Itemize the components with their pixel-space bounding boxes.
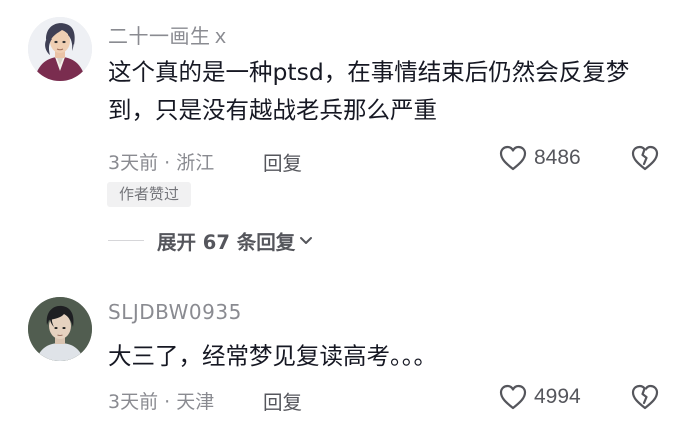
broken-heart-icon: [631, 384, 659, 410]
broken-heart-icon: [631, 145, 659, 171]
comment-username[interactable]: 二十一画生ｘ: [108, 20, 231, 49]
dislike-button[interactable]: [630, 144, 660, 176]
like-button[interactable]: 4994: [498, 383, 581, 411]
like-count: 8486: [534, 146, 581, 169]
comment-username[interactable]: SLJDBW0935: [108, 300, 242, 324]
avatar-illustration: [28, 17, 92, 81]
comment-meta: 3天前 · 天津: [108, 391, 215, 413]
avatar[interactable]: [28, 17, 92, 81]
like-button[interactable]: 8486: [498, 144, 581, 172]
reply-button[interactable]: 回复: [263, 147, 302, 176]
chevron-down-icon: [300, 236, 313, 244]
avatar[interactable]: [28, 297, 92, 361]
expand-replies-label: 展开 67 条回复: [157, 231, 296, 254]
expand-replies-button[interactable]: 展开 67 条回复: [108, 226, 313, 255]
like-count: 4994: [534, 385, 581, 408]
comment-meta: 3天前 · 浙江: [108, 152, 215, 174]
comment-item: 二十一画生ｘ 这个真的是一种ptsd，在事情结束后仍然会反复梦到，只是没有越战老…: [0, 0, 690, 270]
comment-text: 这个真的是一种ptsd，在事情结束后仍然会反复梦到，只是没有越战老兵那么严重: [108, 58, 630, 124]
heart-outline-icon: [499, 145, 527, 171]
avatar-illustration: [28, 297, 92, 361]
comment-text: 大三了，经常梦见复读高考。。。: [108, 342, 437, 370]
expand-divider: [108, 240, 144, 241]
comment-item: SLJDBW0935 大三了，经常梦见复读高考。。。 3天前 · 天津 回复 4…: [0, 270, 690, 429]
dislike-button[interactable]: [630, 383, 660, 415]
author-liked-badge: 作者赞过: [107, 182, 191, 207]
heart-outline-icon: [499, 384, 527, 410]
reply-button[interactable]: 回复: [263, 386, 302, 415]
